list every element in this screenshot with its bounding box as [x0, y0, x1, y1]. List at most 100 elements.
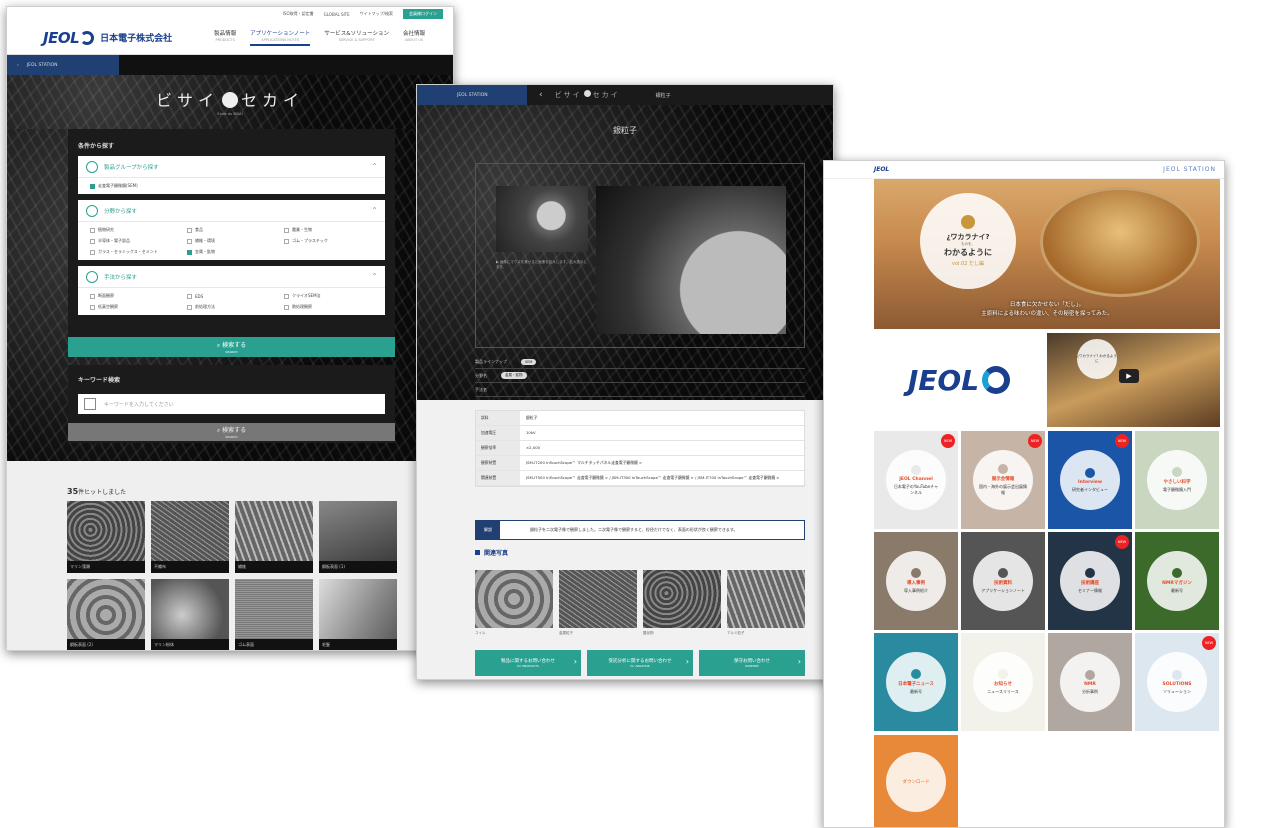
accordion-header[interactable]: 製品グループから探す ^ — [78, 156, 385, 178]
accordion-header[interactable]: 手法から探す ^ — [78, 266, 385, 288]
keyword-icon — [84, 398, 96, 410]
keyword-heading: キーワード検索 — [78, 377, 121, 384]
utility-link[interactable]: ISO取得・認定書 — [283, 11, 314, 17]
section-title: ビサイ セカイ — [554, 90, 620, 99]
microscope-icon — [86, 160, 98, 173]
result-thumb[interactable]: 鋼板表面 (1) — [319, 501, 397, 573]
checkbox-option[interactable]: 熱処理観察 — [284, 304, 373, 310]
card-circle: 日本電子ニュース 最新号 — [886, 652, 946, 712]
accordion-method: 手法から探す ^ 断面観察 EDS クライオSEM法 低真空観察 前処理方法 熱処… — [78, 266, 385, 315]
result-thumb[interactable]: 繊維 — [235, 501, 313, 573]
card-circle: Interview 研究者インタビュー — [1060, 450, 1120, 510]
accordion-header[interactable]: 分野から探す ^ — [78, 200, 385, 222]
back-chevron-icon[interactable]: ‹ — [539, 90, 543, 100]
content-card[interactable]: SOLUTIONS ソリューション NEW — [1135, 633, 1219, 731]
back-chevron-icon[interactable]: ‹ — [17, 63, 19, 68]
accordion-field: 分野から探す ^ 植物研究 食品 農業・生物 半導体・電子部品 繊維・環境 ゴム・… — [78, 200, 385, 260]
logo-ring-icon — [982, 366, 1011, 394]
feature-banner[interactable]: ¿ワカラナイ? ものを、 わかるように vol.02 だし編 日本食に欠かせない… — [874, 179, 1220, 329]
content-card[interactable]: NMR 分析事例 — [1048, 633, 1132, 731]
related-item[interactable]: 金属粒子 — [559, 570, 637, 636]
content-card[interactable]: 技術講座 セミナー情報 NEW — [1048, 532, 1132, 630]
new-badge: NEW — [1202, 636, 1216, 650]
contact-support-button[interactable]: 保守お問い合わせ SUPPORT — [699, 650, 805, 676]
chevron-up-icon[interactable]: ^ — [372, 207, 377, 214]
accordion-product-group: 製品グループから探す ^ 走査電子顕微鏡(SEM) — [78, 156, 385, 194]
nav-company[interactable]: 会社情報 ABOUT US — [403, 29, 425, 46]
checkbox-option[interactable]: クライオSEM法 — [284, 293, 373, 299]
nav-service[interactable]: サービス&ソリューション SERVICE & SUPPORT — [324, 29, 389, 46]
content-card[interactable]: Interview 研究者インタビュー NEW — [1048, 431, 1132, 529]
meta-tag[interactable]: 金属・鉱物 — [501, 372, 527, 379]
meta-tag[interactable]: SEM — [521, 358, 537, 365]
result-thumb[interactable]: ゴム表面 — [235, 579, 313, 650]
related-item[interactable]: 酸化物 — [643, 570, 721, 636]
checkbox-option[interactable]: 金属・鉱物 — [187, 249, 276, 255]
card-icon — [1085, 669, 1095, 680]
logo-ring-icon — [80, 30, 95, 45]
content-card[interactable]: 導入事例 導入事例紹介 — [874, 532, 958, 630]
utility-link[interactable]: GLOBAL SITE — [324, 12, 350, 17]
keyword-search-button[interactable]: ⌕ 検索する SEARCH — [68, 423, 395, 441]
checkbox-option[interactable]: 農業・生物 — [284, 227, 373, 233]
sem-thumbnail[interactable] — [496, 186, 588, 252]
checkbox-option[interactable]: 植物研究 — [90, 227, 179, 233]
content-card[interactable]: 展示会情報 国内・海外の展示会出展情報 NEW — [961, 431, 1045, 529]
station-label[interactable]: JEOL STATION — [417, 85, 527, 105]
result-thumb[interactable]: マリン粉体 — [151, 579, 229, 650]
logo-video-row: JEOL ¿ワカラナイ? わかるように ▶ — [874, 333, 1220, 427]
content-card[interactable]: NMRマガジン 最新号 — [1135, 532, 1219, 630]
utility-link[interactable]: サイトマップ/検索 — [360, 11, 393, 17]
checkbox-option[interactable]: 食品 — [187, 227, 276, 233]
station-label[interactable]: ‹ JEOL STATION — [7, 55, 119, 75]
checkbox-option[interactable]: 断面観察 — [90, 293, 179, 299]
content-card[interactable]: JEOL Channel 日本電子のYouTubeチャンネル NEW — [874, 431, 958, 529]
nav-applications[interactable]: アプリケーションノート APPLICATIONS NOTES — [250, 29, 311, 46]
contact-products-button[interactable]: 製品に関するお問い合わせ for PRODUCTS — [475, 650, 581, 676]
download-card[interactable]: ダウンロード — [874, 735, 958, 827]
content-card[interactable]: 日本電子ニュース 最新号 — [874, 633, 958, 731]
results-grid: マリン藻類 不織布 繊維 鋼板表面 (1) 鋼板表面 (2) マリン粉体 ゴム表… — [67, 501, 397, 650]
search-button[interactable]: ⌕ 検索する SEARCH — [68, 337, 395, 357]
result-thumb[interactable]: 不織布 — [151, 501, 229, 573]
content-card[interactable]: お知らせ ニュースリリース — [961, 633, 1045, 731]
result-thumb[interactable]: 鋼板表面 (2) — [67, 579, 145, 650]
jeol-logo[interactable]: JEOL — [43, 29, 95, 47]
checkbox-option[interactable]: EDS — [187, 293, 276, 299]
condition-search-panel: 条件から探す 製品グループから探す ^ 走査電子顕微鏡(SEM) 分野から探す ^ … — [68, 129, 395, 353]
result-thumb[interactable]: 毛髪 — [319, 579, 397, 650]
result-thumb[interactable]: マリン藻類 — [67, 501, 145, 573]
contact-buttons: 製品に関するお問い合わせfor PRODUCTS 受託分析に関するお問い合わせf… — [475, 650, 805, 676]
related-device-links[interactable]: JSM-IT500 InTouchScope™ 走査電子顕微鏡 > / JSM-… — [520, 471, 804, 485]
checkbox-option[interactable]: 前処理方法 — [187, 304, 276, 310]
chevron-up-icon[interactable]: ^ — [372, 163, 377, 170]
checkbox-option[interactable]: 半導体・電子部品 — [90, 238, 179, 244]
device-link[interactable]: JSM-IT200 InTouchScope™ マルチタッチパネル走査電子顕微鏡… — [520, 456, 804, 470]
content-card[interactable]: やさしい科学 電子顕微鏡入門 — [1135, 431, 1219, 529]
video-player[interactable]: ¿ワカラナイ? わかるように ▶ — [1047, 333, 1220, 427]
related-item[interactable]: アルミ粒子 — [727, 570, 805, 636]
station-header: JEOL JEOL STATION — [824, 161, 1224, 179]
card-circle: 展示会情報 国内・海外の展示会出展情報 — [973, 450, 1033, 510]
login-button[interactable]: 会員様ログイン — [403, 9, 443, 19]
play-icon[interactable]: ▶ — [1119, 369, 1139, 383]
checkbox-option[interactable]: ガラス・セラミックス・セメント — [90, 249, 179, 255]
content-card[interactable]: 技術資料 アプリケーションノート — [961, 532, 1045, 630]
card-circle: 技術資料 アプリケーションノート — [973, 551, 1033, 611]
company-name: 日本電子株式会社 — [100, 34, 173, 44]
checkbox-option[interactable]: 低真空観察 — [90, 304, 179, 310]
table-row: 観察倍率 ×2,000 — [476, 441, 804, 457]
current-page: 銀粒子 — [655, 92, 671, 99]
checkbox-sem[interactable]: 走査電子顕微鏡(SEM) — [90, 183, 179, 189]
related-item[interactable]: コイル — [475, 570, 553, 636]
chevron-up-icon[interactable]: ^ — [372, 273, 377, 280]
banner-caption: 日本食に欠かせない「だし」。 主原料による味わいの違い、その秘密を探ってみた。 — [981, 302, 1113, 318]
keyword-input[interactable]: キーワードを入力してください — [78, 394, 385, 414]
checkbox-option[interactable]: 繊維・環境 — [187, 238, 276, 244]
nav-products[interactable]: 製品情報 PRODUCTS — [214, 29, 236, 46]
sem-main-image[interactable] — [596, 186, 786, 334]
explanation-box: 解説 銀粒子を二次電子像で観察しました。二次電子像で観察すると、粒径だけでなく、表… — [475, 520, 805, 540]
checkbox-option[interactable]: ゴム・プラスチック — [284, 238, 373, 244]
contact-analysis-button[interactable]: 受託分析に関するお問い合わせ for ANALYSIS — [587, 650, 693, 676]
jeol-logo[interactable]: JEOL — [874, 166, 889, 173]
